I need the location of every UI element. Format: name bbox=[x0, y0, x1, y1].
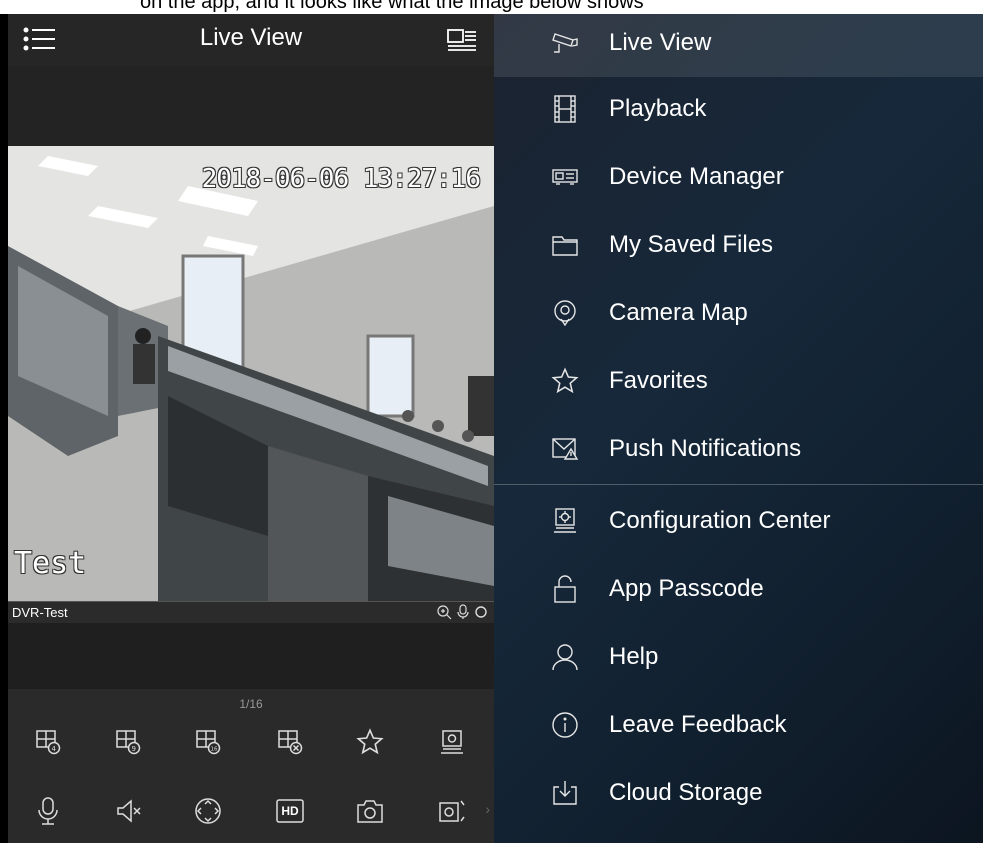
drawer-item-playback[interactable]: Playback bbox=[494, 75, 983, 143]
caption-strip: on the app, and it looks like what the i… bbox=[0, 0, 983, 14]
split-4-icon[interactable]: 4 bbox=[28, 724, 68, 760]
download-tray-icon bbox=[549, 777, 581, 809]
office-scene-image bbox=[8, 146, 494, 601]
drawer-item-cloud-storage[interactable]: Cloud Storage bbox=[494, 759, 983, 827]
record-video-icon[interactable] bbox=[432, 793, 472, 829]
svg-text:16: 16 bbox=[211, 747, 218, 753]
drawer-label: My Saved Files bbox=[609, 231, 774, 258]
drawer-item-leave-feedback[interactable]: Leave Feedback bbox=[494, 691, 983, 759]
drawer-item-help[interactable]: Help bbox=[494, 623, 983, 691]
drawer-item-favorites[interactable]: Favorites bbox=[494, 347, 983, 415]
svg-text:9: 9 bbox=[132, 745, 136, 753]
snapshot-icon[interactable] bbox=[350, 793, 390, 829]
drawer-item-my-saved-files[interactable]: My Saved Files bbox=[494, 211, 983, 279]
video-timestamp: 2018-06-06 13:27:16 bbox=[201, 164, 481, 194]
info-icon bbox=[549, 709, 581, 741]
svg-text:4: 4 bbox=[52, 745, 57, 753]
split-9-icon[interactable]: 9 bbox=[108, 724, 148, 760]
drawer-label: App Passcode bbox=[609, 575, 764, 602]
favorite-star-icon[interactable] bbox=[350, 724, 390, 760]
drawer-item-live-view[interactable]: Live View bbox=[494, 14, 983, 77]
person-icon bbox=[549, 641, 581, 673]
channel-info-bar: DVR-Test bbox=[8, 601, 494, 624]
film-icon bbox=[549, 93, 581, 125]
empty-slot-bottom[interactable] bbox=[8, 623, 494, 689]
alert-mail-icon bbox=[549, 433, 581, 465]
record-status-icon[interactable] bbox=[474, 604, 488, 625]
drawer-item-device-manager[interactable]: Device Manager bbox=[494, 143, 983, 211]
folder-icon bbox=[549, 229, 581, 261]
star-icon bbox=[549, 365, 581, 397]
settings-monitor-icon bbox=[549, 505, 581, 537]
zoom-icon[interactable] bbox=[436, 604, 452, 625]
hd-label: HD bbox=[281, 804, 299, 818]
drawer-label: Help bbox=[609, 643, 659, 670]
drawer-label: Playback bbox=[609, 95, 707, 122]
navigation-drawer: Live View Playback Device Manager My Sav… bbox=[494, 14, 983, 843]
drawer-label: Push Notifications bbox=[609, 435, 802, 462]
channel-name: DVR-Test bbox=[12, 605, 68, 620]
top-bar: Live View bbox=[8, 14, 494, 66]
toolbar-row-layouts: 4 9 16 bbox=[8, 724, 494, 760]
cctv-camera-icon bbox=[549, 27, 581, 59]
osd-channel-label: Test bbox=[14, 546, 87, 581]
page-indicator: 1/16 bbox=[239, 697, 263, 711]
empty-slot-top[interactable] bbox=[8, 66, 494, 146]
drawer-label: Favorites bbox=[609, 367, 708, 394]
drawer-item-camera-map[interactable]: Camera Map bbox=[494, 279, 983, 347]
unlock-icon bbox=[549, 573, 581, 605]
drawer-label: Cloud Storage bbox=[609, 779, 763, 806]
camera-video-feed[interactable]: 2018-06-06 13:27:16 Test bbox=[8, 146, 494, 601]
drawer-item-push-notifications[interactable]: Push Notifications bbox=[494, 415, 983, 483]
toolbar-row-actions: HD bbox=[8, 793, 494, 829]
ptz-icon[interactable] bbox=[188, 793, 228, 829]
live-view-screen: Live View 2018-06-06 13:27:16 Test DVR-T… bbox=[8, 14, 494, 843]
page-title: Live View bbox=[199, 24, 303, 51]
drawer-label: Live View bbox=[609, 29, 712, 56]
drawer-divider bbox=[494, 484, 983, 485]
talk-icon[interactable] bbox=[456, 604, 470, 625]
drawer-label: Camera Map bbox=[609, 299, 748, 326]
drawer-label: Device Manager bbox=[609, 163, 784, 190]
control-toolbar: 1/16 4 9 16 HD › bbox=[8, 689, 494, 843]
dvr-device-icon bbox=[549, 161, 581, 193]
drawer-label: Configuration Center bbox=[609, 507, 831, 534]
drawer-item-configuration-center[interactable]: Configuration Center bbox=[494, 487, 983, 555]
split-16-icon[interactable]: 16 bbox=[188, 724, 228, 760]
mic-icon[interactable] bbox=[28, 793, 68, 829]
more-tools-arrow-icon[interactable]: › bbox=[485, 801, 490, 817]
config-monitor-icon[interactable] bbox=[432, 724, 472, 760]
device-list-icon[interactable] bbox=[444, 24, 480, 54]
mute-icon[interactable] bbox=[108, 793, 148, 829]
map-pin-icon bbox=[549, 297, 581, 329]
drawer-label: Leave Feedback bbox=[609, 711, 787, 738]
drawer-item-app-passcode[interactable]: App Passcode bbox=[494, 555, 983, 623]
caption-text: on the app, and it looks like what the i… bbox=[140, 0, 644, 13]
hd-toggle[interactable]: HD bbox=[270, 793, 310, 829]
close-split-icon[interactable] bbox=[270, 724, 310, 760]
